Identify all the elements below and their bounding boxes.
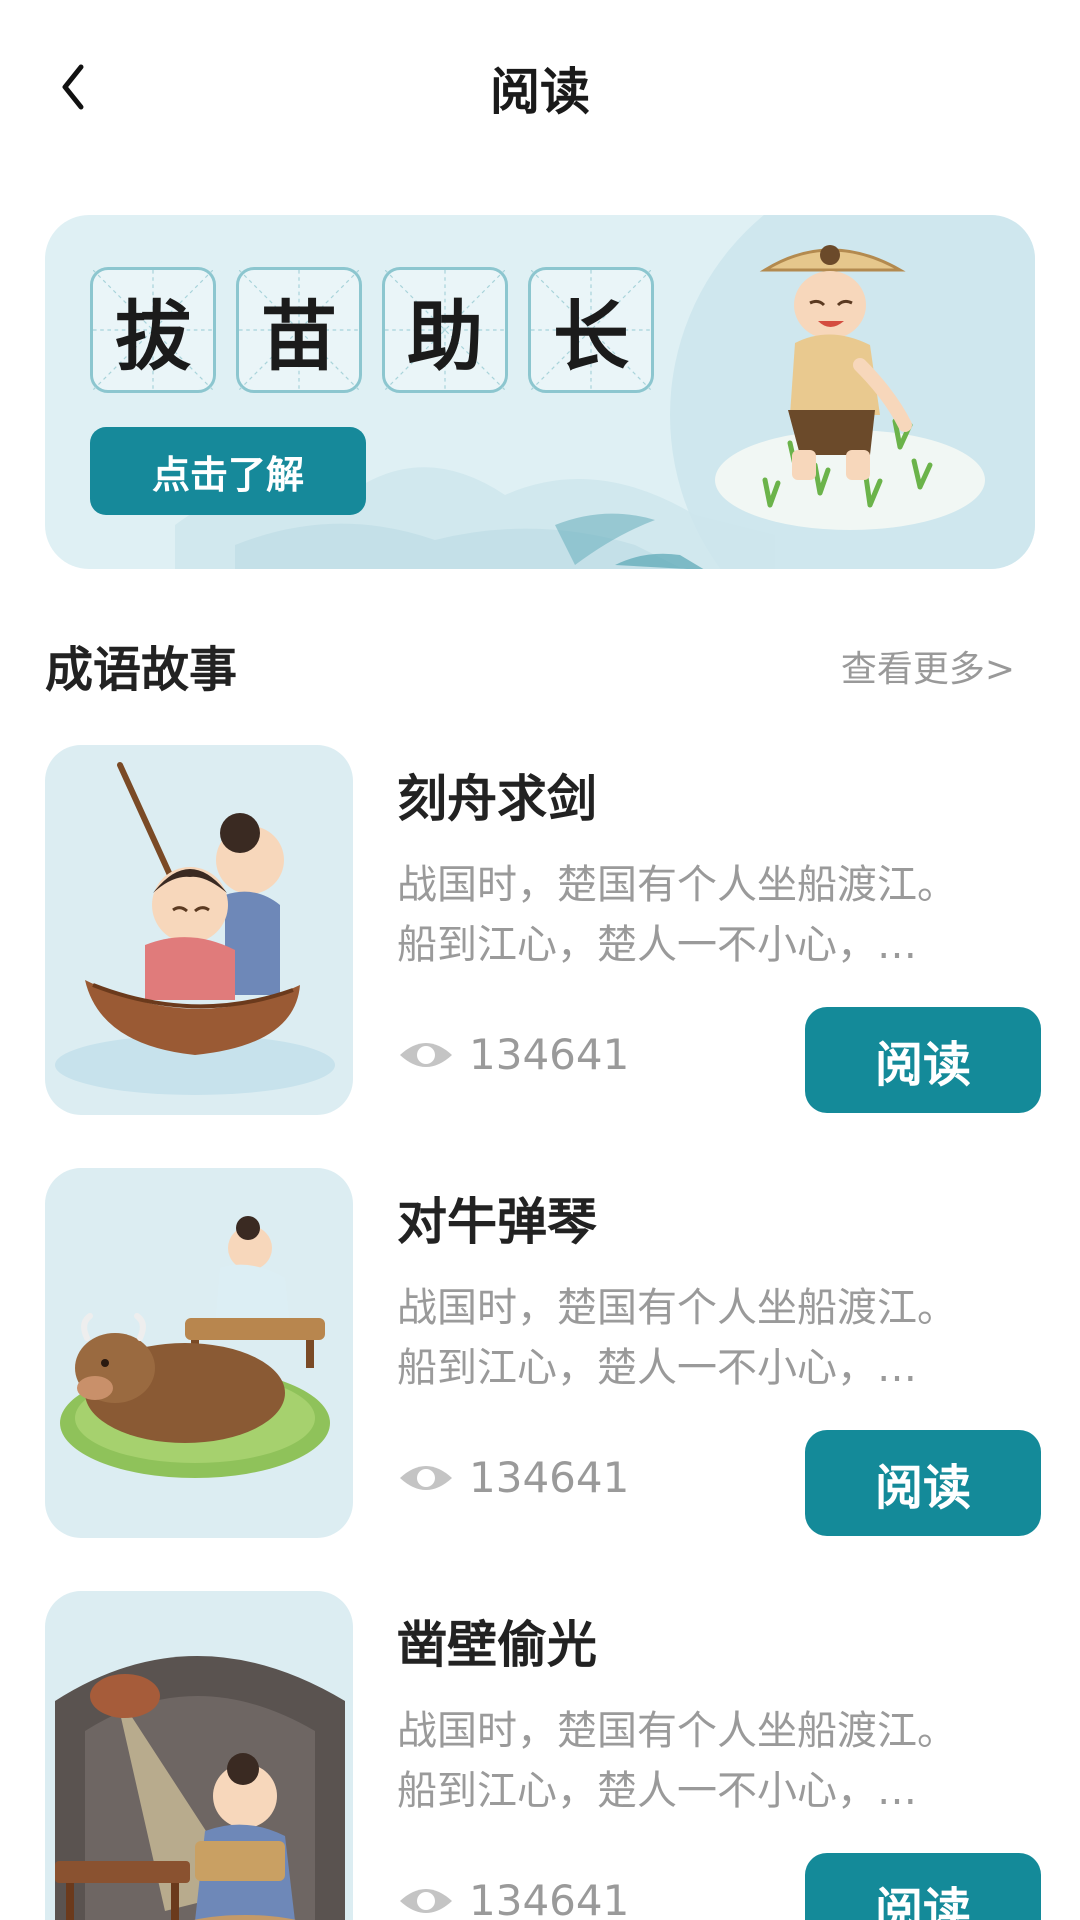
story-card[interactable]: 凿壁偷光 战国时，楚国有个人坐船渡江。 船到江心，楚人一不小心，… 134641… — [45, 1591, 1041, 1920]
boat-children-illustration — [55, 762, 335, 1095]
featured-banner[interactable]: 拔 苗 助 长 点击了解 — [45, 215, 1035, 569]
story-card[interactable]: 刻舟求剑 战国时，楚国有个人坐船渡江。 船到江心，楚人一不小心，… 134641… — [45, 745, 1041, 1115]
story-description: 战国时，楚国有个人坐船渡江。 船到江心，楚人一不小心，… — [397, 855, 1027, 975]
story-description-line: 船到江心，楚人一不小心，… — [397, 1345, 917, 1391]
story-description-line: 船到江心，楚人一不小心，… — [397, 922, 917, 968]
idiom-characters: 拔 苗 助 长 — [90, 267, 654, 393]
read-button[interactable]: 阅读 — [805, 1007, 1041, 1113]
view-count: 134641 — [397, 1876, 629, 1920]
section-title: 成语故事 — [45, 642, 238, 698]
story-title: 刻舟求剑 — [397, 770, 597, 828]
read-button[interactable]: 阅读 — [805, 1430, 1041, 1536]
idiom-char: 拔 — [115, 292, 191, 381]
idiom-char: 长 — [553, 292, 629, 381]
view-count: 134641 — [397, 1030, 629, 1079]
story-thumbnail — [45, 1168, 353, 1538]
idiom-char-box: 助 — [382, 267, 508, 393]
eye-icon — [400, 1888, 452, 1913]
top-bar: 阅读 — [0, 0, 1080, 170]
see-more-link[interactable]: 查看更多> — [841, 640, 1015, 692]
reading-by-wall-light-illustration — [55, 1656, 345, 1920]
eye-icon — [400, 1465, 452, 1490]
story-description: 战国时，楚国有个人坐船渡江。 船到江心，楚人一不小心，… — [397, 1701, 1027, 1821]
idiom-char: 苗 — [261, 292, 337, 381]
story-description-line: 战国时，楚国有个人坐船渡江。 — [397, 1708, 957, 1754]
idiom-char: 助 — [407, 292, 483, 381]
story-title: 对牛弹琴 — [397, 1193, 597, 1251]
read-button[interactable]: 阅读 — [805, 1853, 1041, 1920]
view-count-value: 134641 — [469, 1876, 630, 1920]
story-description-line: 战国时，楚国有个人坐船渡江。 — [397, 862, 957, 908]
idiom-char-box: 苗 — [236, 267, 362, 393]
view-count-value: 134641 — [469, 1030, 630, 1079]
view-count-value: 134641 — [469, 1453, 630, 1502]
ox-zither-illustration — [60, 1216, 330, 1478]
idiom-char-box: 长 — [528, 267, 654, 393]
story-description: 战国时，楚国有个人坐船渡江。 船到江心，楚人一不小心，… — [397, 1278, 1027, 1398]
eye-icon — [400, 1042, 452, 1067]
learn-more-button[interactable]: 点击了解 — [90, 427, 366, 515]
story-title: 凿壁偷光 — [397, 1616, 597, 1674]
farmer-pulling-seedlings-illustration — [715, 245, 985, 530]
page-title: 阅读 — [490, 63, 590, 121]
story-thumbnail — [45, 745, 353, 1115]
idiom-char-box: 拔 — [90, 267, 216, 393]
story-description-line: 船到江心，楚人一不小心，… — [397, 1768, 917, 1814]
view-count: 134641 — [397, 1453, 629, 1502]
story-thumbnail — [45, 1591, 353, 1920]
story-description-line: 战国时，楚国有个人坐船渡江。 — [397, 1285, 957, 1331]
story-card[interactable]: 对牛弹琴 战国时，楚国有个人坐船渡江。 船到江心，楚人一不小心，… 134641… — [45, 1168, 1041, 1538]
